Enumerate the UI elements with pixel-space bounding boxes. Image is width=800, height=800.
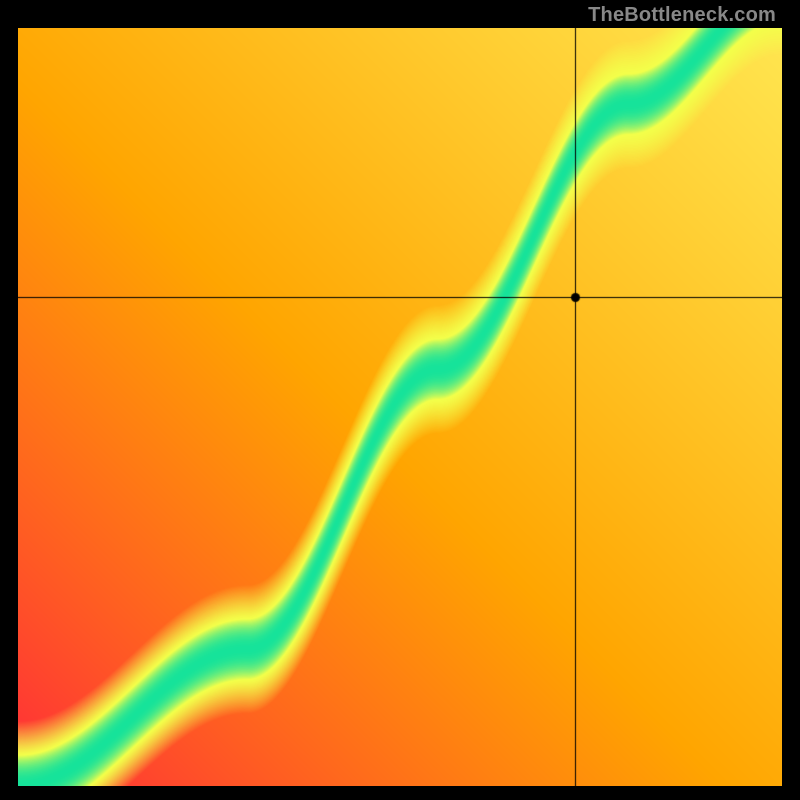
bottleneck-heatmap xyxy=(18,28,782,786)
watermark-text: TheBottleneck.com xyxy=(588,4,776,27)
chart-frame xyxy=(18,28,782,786)
